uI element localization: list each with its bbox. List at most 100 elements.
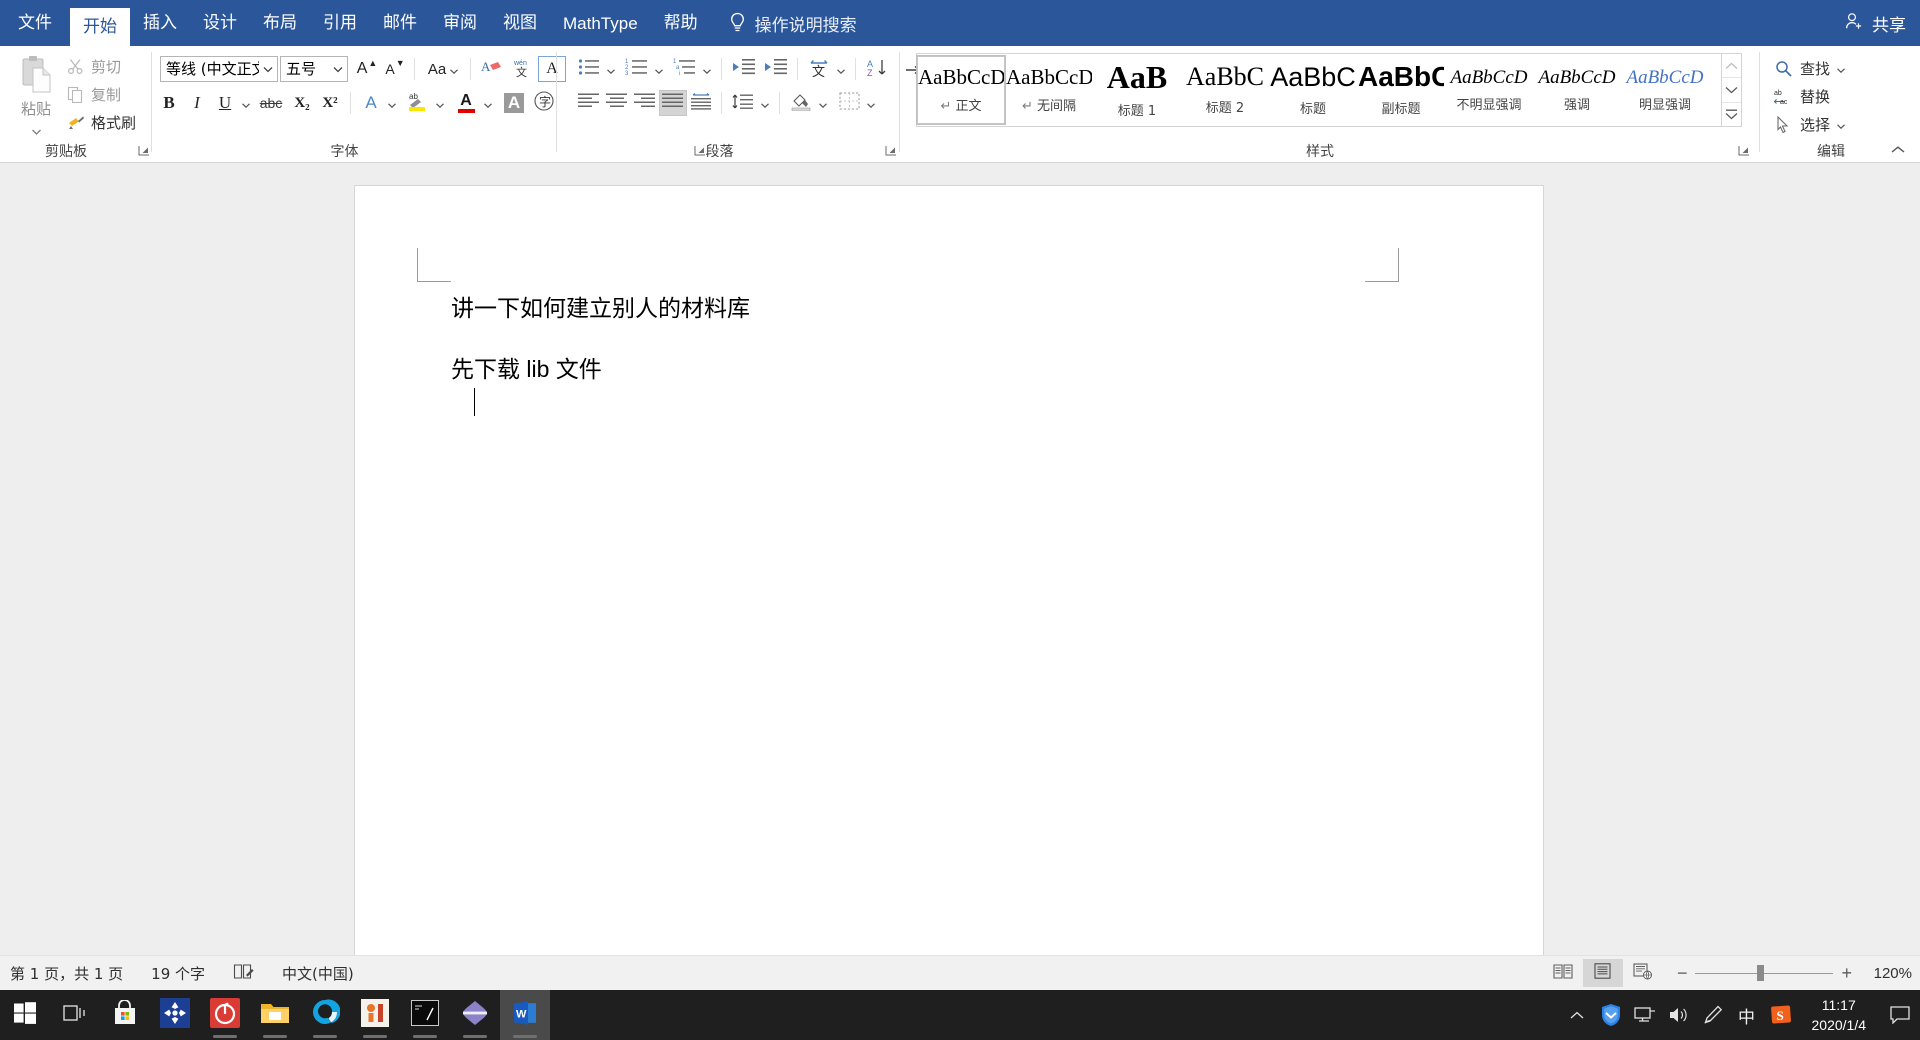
asian-layout-button[interactable]: 文 bbox=[805, 56, 833, 82]
shading-dropdown[interactable] bbox=[815, 90, 831, 116]
read-mode-button[interactable] bbox=[1543, 959, 1583, 987]
paragraph-1[interactable]: 讲一下如何建立别人的材料库 bbox=[451, 295, 750, 321]
font-color-button[interactable]: A bbox=[452, 90, 480, 116]
shrink-font-button[interactable]: A ▼ bbox=[382, 56, 408, 82]
network-icon[interactable] bbox=[1628, 990, 1662, 1040]
clock[interactable]: 11:17 2020/1/4 bbox=[1798, 990, 1881, 1040]
asian-layout-dropdown[interactable] bbox=[833, 56, 849, 82]
format-painter-button[interactable]: 格式刷 bbox=[66, 110, 136, 134]
styles-scroll-down-button[interactable] bbox=[1722, 78, 1741, 103]
zoom-out-button[interactable]: − bbox=[1677, 963, 1688, 984]
microsoft-store-button[interactable] bbox=[100, 990, 150, 1040]
clear-formatting-button[interactable]: A bbox=[478, 56, 506, 82]
superscript-button[interactable]: X² bbox=[316, 90, 344, 116]
numbering-button[interactable]: 1 2 3 bbox=[623, 56, 651, 82]
action-center-button[interactable] bbox=[1880, 990, 1920, 1040]
replace-button[interactable]: ab ac 替换 bbox=[1774, 84, 1830, 108]
increase-indent-button[interactable] bbox=[761, 56, 791, 82]
ime-mode-icon[interactable]: 中 bbox=[1730, 990, 1764, 1040]
sort-button[interactable]: A Z bbox=[863, 56, 891, 82]
terminal-button[interactable] bbox=[400, 990, 450, 1040]
chevron-down-icon[interactable] bbox=[329, 57, 347, 81]
zoom-level[interactable]: 120% bbox=[1864, 965, 1912, 982]
collapse-ribbon-button[interactable] bbox=[1890, 142, 1906, 160]
underline-button[interactable]: U bbox=[212, 90, 238, 116]
chevron-down-icon[interactable] bbox=[259, 57, 277, 81]
zoom-in-button[interactable]: + bbox=[1841, 963, 1852, 984]
align-center-button[interactable] bbox=[603, 90, 631, 116]
chevron-down-icon[interactable] bbox=[1837, 116, 1845, 133]
tab-file[interactable]: 文件 bbox=[0, 0, 70, 46]
strikethrough-button[interactable]: abc bbox=[256, 90, 286, 116]
bullets-button[interactable] bbox=[575, 56, 603, 82]
page-info[interactable]: 第 1 页，共 1 页 bbox=[0, 956, 137, 991]
styles-scroll-up-button[interactable] bbox=[1722, 54, 1741, 79]
sogou-input-icon[interactable]: S bbox=[1764, 990, 1798, 1040]
task-view-button[interactable] bbox=[50, 990, 100, 1040]
orange-app-button[interactable] bbox=[350, 990, 400, 1040]
text-effects-button[interactable]: A bbox=[358, 90, 384, 116]
zoom-slider[interactable]: − + bbox=[1677, 963, 1852, 984]
justify-button[interactable] bbox=[659, 90, 687, 116]
text-effects-dropdown[interactable] bbox=[384, 90, 400, 116]
tab-insert[interactable]: 插入 bbox=[130, 0, 190, 46]
web-layout-button[interactable] bbox=[1623, 959, 1663, 987]
borders-dropdown[interactable] bbox=[863, 90, 879, 116]
tab-help[interactable]: 帮助 bbox=[651, 0, 711, 46]
distribute-button[interactable] bbox=[687, 90, 715, 116]
shading-button[interactable] bbox=[787, 90, 815, 116]
tab-layout[interactable]: 布局 bbox=[250, 0, 310, 46]
styles-scroll-controls[interactable] bbox=[1722, 53, 1742, 127]
bullets-dropdown[interactable] bbox=[603, 56, 619, 82]
decrease-indent-button[interactable] bbox=[729, 56, 759, 82]
tell-me-box[interactable]: 操作说明搜索 bbox=[729, 0, 867, 46]
clipboard-dialog-launcher[interactable] bbox=[138, 145, 152, 159]
copy-button[interactable]: 复制 bbox=[66, 82, 121, 106]
tab-view[interactable]: 视图 bbox=[490, 0, 550, 46]
bold-button[interactable]: B bbox=[156, 90, 182, 116]
line-spacing-button[interactable] bbox=[729, 90, 757, 116]
proofing-status[interactable] bbox=[219, 956, 268, 991]
find-button[interactable]: 查找 bbox=[1774, 56, 1845, 80]
paste-button[interactable]: 粘贴 bbox=[10, 52, 62, 140]
tab-design[interactable]: 设计 bbox=[190, 0, 250, 46]
qq-browser-button[interactable] bbox=[300, 990, 350, 1040]
font-name-combobox[interactable]: 等线 (中文正文) bbox=[160, 56, 278, 82]
tab-review[interactable]: 审阅 bbox=[430, 0, 490, 46]
share-button[interactable]: 共享 bbox=[1845, 0, 1906, 46]
tab-mathtype[interactable]: MathType bbox=[550, 0, 651, 46]
style-item-no-spacing[interactable]: AaBbCcD ↵ 无间隔 bbox=[1005, 56, 1093, 124]
document-page[interactable]: 讲一下如何建立别人的材料库 先下载 lib 文件 bbox=[355, 186, 1543, 955]
word-count[interactable]: 19 个字 bbox=[137, 956, 219, 991]
tab-references[interactable]: 引用 bbox=[310, 0, 370, 46]
styles-more-button[interactable] bbox=[1722, 103, 1741, 126]
purple-app-button[interactable] bbox=[450, 990, 500, 1040]
multilevel-dropdown[interactable] bbox=[699, 56, 715, 82]
multilevel-list-button[interactable]: 1 a i bbox=[671, 56, 699, 82]
style-item-emphasis[interactable]: AaBbCcD 强调 bbox=[1533, 56, 1621, 124]
blue-app-button[interactable] bbox=[150, 990, 200, 1040]
highlight-dropdown[interactable] bbox=[432, 90, 448, 116]
enclose-character-button[interactable]: 字 bbox=[530, 90, 558, 116]
style-item-normal[interactable]: AaBbCcD ↵ 正文 bbox=[916, 55, 1006, 125]
font-color-dropdown[interactable] bbox=[480, 90, 496, 116]
tab-home[interactable]: 开始 bbox=[70, 8, 130, 46]
print-layout-button[interactable] bbox=[1582, 959, 1623, 987]
font-size-combobox[interactable]: 五号 bbox=[280, 56, 348, 82]
paragraph-dialog-launcher[interactable] bbox=[885, 145, 899, 159]
style-item-intense-emphasis[interactable]: AaBbCcD 明显强调 bbox=[1621, 56, 1709, 124]
zoom-thumb[interactable] bbox=[1757, 965, 1765, 981]
style-item-heading-2[interactable]: AaBbC 标题 2 bbox=[1181, 56, 1269, 124]
chevron-down-icon[interactable] bbox=[31, 122, 41, 139]
zoom-track[interactable] bbox=[1695, 963, 1834, 983]
text-highlight-button[interactable]: ab bbox=[404, 90, 432, 116]
numbering-dropdown[interactable] bbox=[651, 56, 667, 82]
volume-icon[interactable] bbox=[1662, 990, 1696, 1040]
start-button[interactable] bbox=[0, 990, 50, 1040]
style-item-title[interactable]: AaBbC 标题 bbox=[1269, 56, 1357, 124]
paragraph-2[interactable]: 先下载 lib 文件 bbox=[451, 356, 602, 382]
underline-dropdown[interactable] bbox=[238, 90, 254, 116]
style-item-subtitle[interactable]: AaBbC 副标题 bbox=[1357, 56, 1445, 124]
select-button[interactable]: 选择 bbox=[1774, 112, 1845, 136]
change-case-button[interactable]: Aa bbox=[422, 56, 464, 82]
